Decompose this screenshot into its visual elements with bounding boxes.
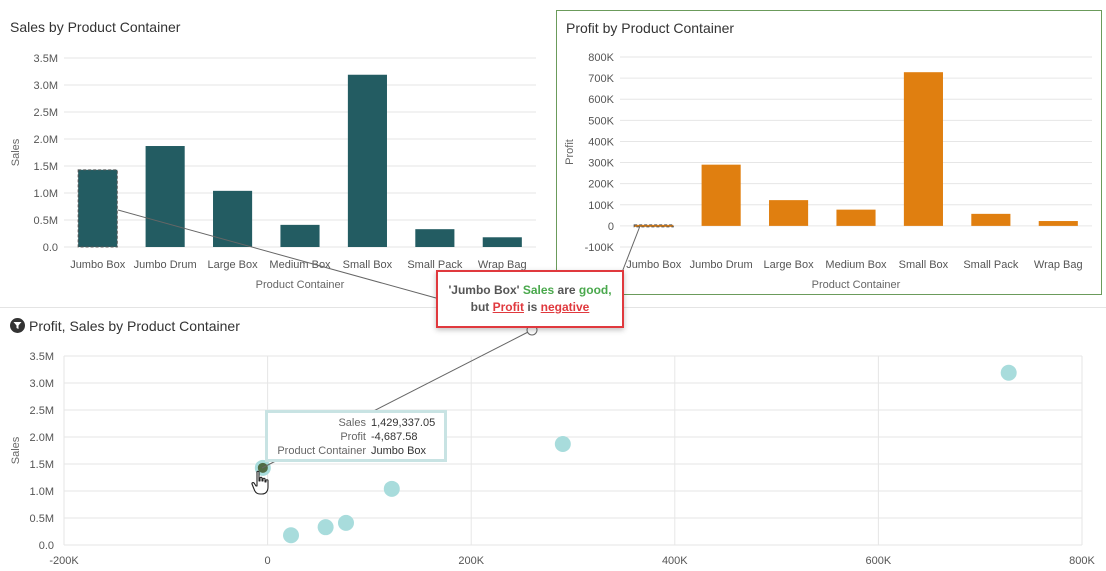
bar-jumbo-drum bbox=[701, 164, 741, 226]
y-tick-label: 1.5M bbox=[34, 161, 58, 173]
y-tick-label: 2.0M bbox=[34, 134, 58, 146]
bar-jumbo-box bbox=[633, 224, 674, 228]
x-tick-label: Small Box bbox=[343, 259, 393, 271]
bar-large-box bbox=[213, 190, 253, 247]
bar-medium-box bbox=[836, 209, 876, 226]
y-tick-label: 3.5M bbox=[34, 53, 58, 65]
x-tick-label: 600K bbox=[866, 555, 892, 567]
y-tick-label: 0.5M bbox=[30, 513, 54, 525]
point-small-pack bbox=[317, 519, 334, 536]
bar-wrap-bag bbox=[1038, 221, 1078, 226]
callout-negative: negative bbox=[540, 300, 590, 314]
y-tick-label: 3.5M bbox=[30, 351, 54, 363]
x-tick-label: Jumbo Drum bbox=[134, 259, 197, 271]
x-tick-label: 400K bbox=[662, 555, 688, 567]
point-jumbo-drum bbox=[554, 436, 571, 453]
y-tick-label: 2.5M bbox=[34, 107, 58, 119]
x-tick-label: Wrap Bag bbox=[1034, 259, 1083, 271]
x-tick-label: -200K bbox=[49, 555, 79, 567]
y-tick-label: 400K bbox=[588, 136, 614, 148]
point-wrap-bag bbox=[283, 527, 300, 544]
x-axis-title: Product Container bbox=[256, 279, 345, 291]
y-tick-label: 0.0 bbox=[43, 242, 58, 254]
y-tick-label: 600K bbox=[588, 94, 614, 106]
callout-profit-word: Profit bbox=[492, 300, 524, 314]
tooltip-key: Product Container bbox=[277, 445, 366, 457]
x-tick-label: Large Box bbox=[763, 259, 814, 271]
tooltip-row-container: Product Container Jumbo Box bbox=[268, 445, 444, 459]
profit-bar-chart: -100K 0 100K 200K 300K 400K 500K 600K 700K 800K Ju… bbox=[564, 52, 1092, 291]
y-tick-label: 0.5M bbox=[34, 215, 58, 227]
callout-sales-word: Sales bbox=[522, 283, 555, 297]
y-tick-label: 3.0M bbox=[34, 80, 58, 92]
bar-small-box bbox=[347, 74, 387, 248]
y-tick-label: 2.0M bbox=[30, 432, 54, 444]
y-tick-label: 300K bbox=[588, 158, 614, 170]
x-tick-label: Jumbo Box bbox=[626, 259, 682, 271]
y-tick-label: 500K bbox=[588, 115, 614, 127]
bar-jumbo-drum bbox=[145, 146, 185, 247]
y-tick-label: 1.0M bbox=[30, 486, 54, 498]
y-tick-label: 1.5M bbox=[30, 459, 54, 471]
x-tick-label: 200K bbox=[458, 555, 484, 567]
x-tick-label: Medium Box bbox=[269, 259, 331, 271]
y-tick-label: 1.0M bbox=[34, 188, 58, 200]
sales-chart-panel: Sales by Product Container 0.0 0.5M 1.0M 1.… bbox=[0, 0, 540, 300]
bar-jumbo-box bbox=[77, 169, 118, 248]
callout-item: 'Jumbo Box' bbox=[448, 283, 520, 297]
callout-good: good, bbox=[578, 283, 612, 297]
y-tick-label: -100K bbox=[585, 242, 615, 254]
callout-line-2: but Profit is negative bbox=[438, 299, 622, 316]
x-tick-label: 800K bbox=[1069, 555, 1095, 567]
scatter-chart-panel: Profit, Sales by Product Container 0.0 0.… bbox=[0, 307, 1106, 571]
point-large-box bbox=[383, 480, 400, 497]
tooltip-row-sales: Sales 1,429,337.05 bbox=[268, 417, 444, 431]
callout-line-1: 'Jumbo Box' Sales are good, bbox=[438, 282, 622, 299]
x-tick-label: Small Pack bbox=[963, 259, 1019, 271]
tooltip-row-profit: Profit -4,687.58 bbox=[268, 431, 444, 445]
bar-medium-box bbox=[280, 224, 320, 247]
tooltip-value: 1,429,337.05 bbox=[371, 417, 436, 429]
y-tick-label: 3.0M bbox=[30, 378, 54, 390]
x-tick-label: 0 bbox=[265, 555, 271, 567]
y-tick-label: 100K bbox=[588, 200, 614, 212]
point-medium-box bbox=[337, 514, 354, 531]
x-tick-label: Large Box bbox=[207, 259, 258, 271]
callout-but: but bbox=[470, 300, 490, 314]
y-tick-label: 800K bbox=[588, 52, 614, 64]
hand-cursor-icon bbox=[251, 470, 269, 495]
callout-is: is bbox=[527, 300, 538, 314]
x-axis-title: Product Container bbox=[812, 279, 901, 291]
x-tick-label: Small Box bbox=[899, 259, 949, 271]
y-tick-label: 2.5M bbox=[30, 405, 54, 417]
profit-chart-panel: Profit by Product Container -100K 0 100K 20… bbox=[556, 10, 1102, 295]
filter-icon[interactable] bbox=[10, 318, 25, 333]
data-tooltip: Sales 1,429,337.05 Profit -4,687.58 Prod… bbox=[265, 410, 447, 462]
scatter-chart: 0.0 0.5M 1.0M 1.5M 2.0M 2.5M 3.0M 3.5M -200K 0 200… bbox=[10, 351, 1096, 567]
bar-large-box bbox=[769, 200, 809, 226]
y-tick-label: 0 bbox=[608, 221, 614, 233]
sales-bar-chart: 0.0 0.5M 1.0M 1.5M 2.0M 2.5M 3.0M 3.5M Jumbo Box… bbox=[10, 53, 536, 291]
bar-small-box bbox=[903, 72, 943, 226]
y-axis-title: Sales bbox=[10, 436, 22, 464]
y-tick-label: 200K bbox=[588, 179, 614, 191]
x-tick-label: Jumbo Box bbox=[70, 259, 126, 271]
tooltip-value: Jumbo Box bbox=[371, 445, 427, 457]
point-small-box bbox=[1000, 364, 1017, 381]
x-tick-label: Medium Box bbox=[825, 259, 887, 271]
y-tick-label: 0.0 bbox=[39, 540, 54, 552]
bar-wrap-bag bbox=[482, 237, 522, 247]
y-axis-title: Sales bbox=[10, 138, 22, 166]
y-tick-label: 700K bbox=[588, 73, 614, 85]
tooltip-key: Profit bbox=[340, 431, 366, 443]
callout-are: are bbox=[557, 283, 576, 297]
annotation-callout[interactable]: 'Jumbo Box' Sales are good, but Profit i… bbox=[436, 270, 624, 328]
bar-small-pack bbox=[415, 229, 455, 247]
tooltip-value: -4,687.58 bbox=[371, 431, 418, 443]
tooltip-key: Sales bbox=[338, 417, 366, 429]
y-axis-title: Profit bbox=[564, 139, 576, 165]
x-tick-label: Jumbo Drum bbox=[690, 259, 753, 271]
bar-small-pack bbox=[971, 213, 1011, 226]
